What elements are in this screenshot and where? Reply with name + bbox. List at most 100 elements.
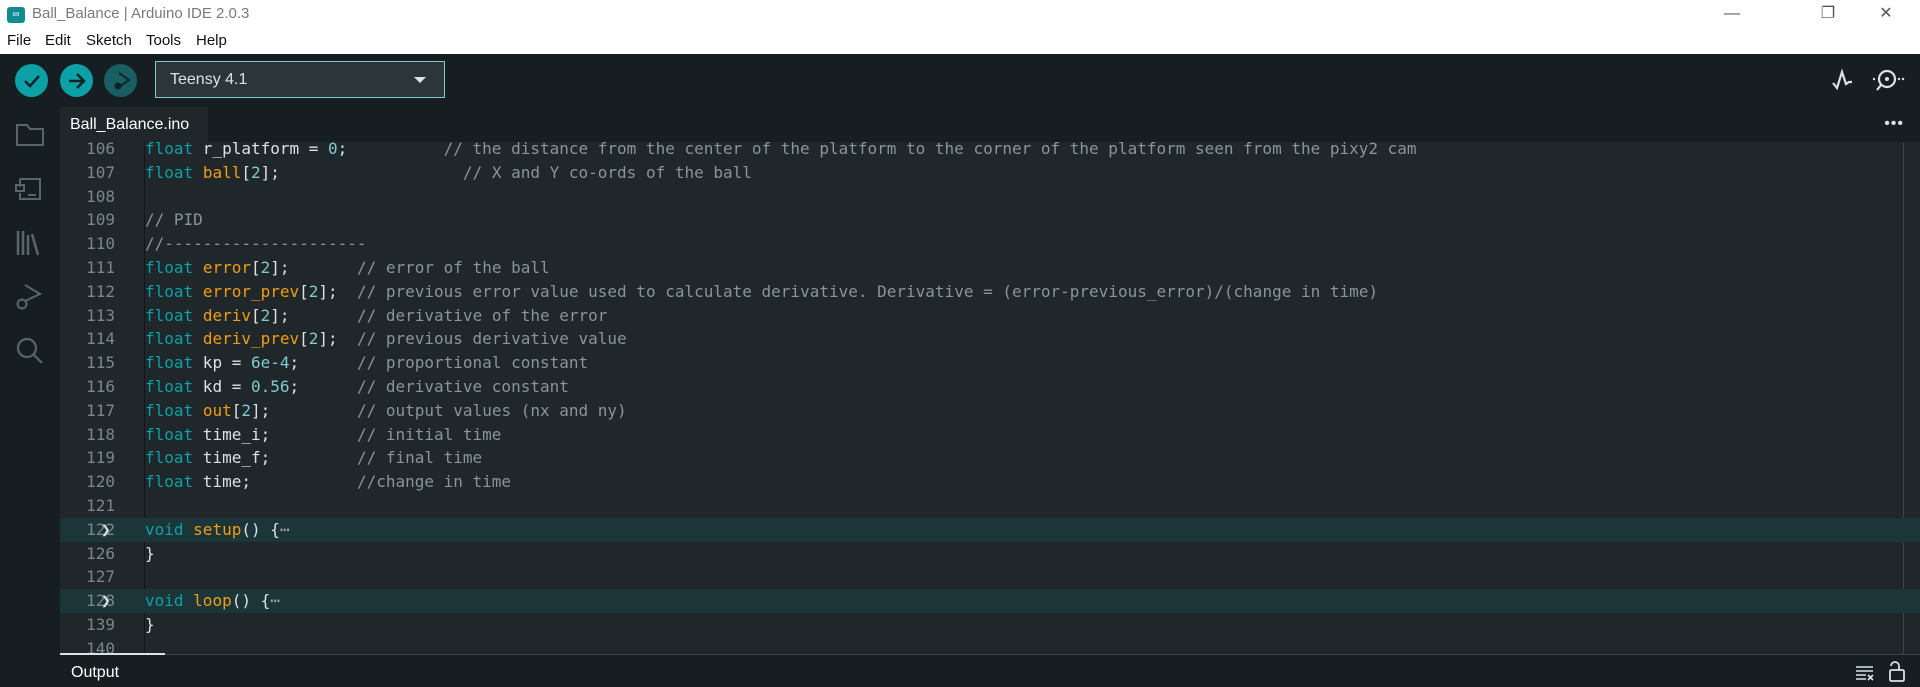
- code-line[interactable]: 127: [60, 565, 1920, 589]
- code-line[interactable]: 126}: [60, 542, 1920, 566]
- code-text: // PID: [145, 208, 203, 232]
- code-token: deriv: [202, 305, 251, 325]
- tab-bar: Ball_Balance.ino •••: [60, 107, 1920, 142]
- code-token: kd =: [193, 377, 251, 396]
- activity-bar: [0, 107, 60, 687]
- code-text: float kd = 0.56; // derivative constant: [145, 375, 569, 399]
- fold-chevron-icon[interactable]: ❯: [101, 589, 111, 613]
- code-line[interactable]: 117 float out[2]; // output values (nx an…: [60, 399, 1920, 423]
- menu-sketch[interactable]: Sketch: [86, 32, 132, 49]
- caret-down-icon: [414, 77, 426, 83]
- line-number: 127: [86, 567, 115, 587]
- minimize-button[interactable]: —: [1712, 2, 1752, 26]
- menu-tools[interactable]: Tools: [146, 32, 181, 49]
- code-token: float: [145, 258, 194, 277]
- debug-button[interactable]: [104, 64, 137, 97]
- code-token: 0: [328, 142, 338, 158]
- code-text: float deriv_prev[2]; // previous derivat…: [145, 327, 627, 351]
- code-text: float r_platform = 0; // the distance fr…: [145, 142, 1417, 161]
- code-line[interactable]: 111 float error[2]; // error of the ball: [60, 256, 1920, 280]
- restore-button[interactable]: ❐: [1808, 2, 1848, 26]
- code-token: 6e-4: [250, 353, 290, 373]
- code-line[interactable]: 139}: [60, 613, 1920, 637]
- menu-bar: File Edit Sketch Tools Help: [0, 30, 1920, 54]
- code-line[interactable]: 106 float r_platform = 0; // the distance…: [60, 142, 1920, 161]
- code-line[interactable]: 118 float time_i; // initial time: [60, 423, 1920, 447]
- code-token: [: [299, 329, 309, 349]
- output-tab[interactable]: Output: [60, 653, 165, 686]
- line-number: 116: [86, 377, 115, 396]
- line-number: 106: [86, 142, 115, 158]
- code-token: }: [145, 543, 155, 563]
- board-manager-icon[interactable]: [12, 171, 48, 207]
- code-line[interactable]: 121: [60, 494, 1920, 518]
- code-text: void setup() {⋯: [145, 518, 290, 542]
- code-line[interactable]: 122 ❯ void setup() {⋯: [60, 517, 1920, 542]
- code-token: error: [202, 258, 251, 277]
- code-line[interactable]: 108: [60, 185, 1920, 209]
- code-token: // previous derivative value: [356, 329, 627, 349]
- code-token: ⋯: [279, 519, 290, 539]
- code-line[interactable]: 110 //---------------------: [60, 232, 1920, 256]
- line-number: 112: [86, 281, 115, 301]
- code-token: [: [250, 305, 261, 325]
- clear-output-icon[interactable]: [1855, 665, 1875, 681]
- search-icon[interactable]: [12, 333, 48, 369]
- code-token: // error of the ball: [356, 258, 550, 277]
- code-line[interactable]: 115 float kp = 6e-4; // proportional cons…: [60, 351, 1920, 375]
- code-token: ];: [260, 162, 463, 182]
- code-token: ;: [337, 142, 444, 158]
- code-text: //---------------------: [145, 232, 367, 256]
- tab-ball-balance[interactable]: Ball_Balance.ino: [60, 107, 208, 142]
- code-token: () {: [231, 591, 271, 611]
- more-options-icon[interactable]: •••: [1884, 115, 1904, 133]
- check-icon: [23, 74, 40, 88]
- menu-edit[interactable]: Edit: [45, 32, 71, 49]
- code-line[interactable]: 116 float kd = 0.56; // derivative consta…: [60, 375, 1920, 399]
- line-number: 117: [86, 400, 115, 420]
- upload-button[interactable]: [60, 64, 93, 97]
- line-number: 115: [86, 353, 115, 373]
- serial-plotter-icon[interactable]: [1830, 68, 1856, 94]
- code-line[interactable]: 140: [60, 637, 1920, 654]
- verify-button[interactable]: [15, 64, 48, 97]
- code-token: //---------------------: [145, 234, 367, 254]
- line-number: 140: [86, 638, 115, 654]
- code-token: float: [145, 162, 194, 182]
- code-token: r_platform =: [193, 142, 329, 158]
- code-line[interactable]: 119 float time_f; // final time: [60, 446, 1920, 470]
- code-token: float: [145, 472, 194, 492]
- code-text: float time; //change in time: [145, 470, 511, 494]
- code-token: ;: [289, 377, 357, 396]
- debug-icon[interactable]: [12, 279, 48, 315]
- arduino-logo-icon: ∞: [7, 7, 25, 23]
- code-line[interactable]: 120 float time; //change in time: [60, 470, 1920, 494]
- code-token: // final time: [356, 448, 483, 468]
- menu-file[interactable]: File: [7, 32, 31, 49]
- code-line[interactable]: 113 float deriv[2]; // derivative of the …: [60, 304, 1920, 328]
- menu-help[interactable]: Help: [196, 32, 227, 49]
- line-number: 108: [86, 186, 115, 206]
- code-token: ];: [318, 329, 357, 349]
- fold-chevron-icon[interactable]: ❯: [101, 518, 111, 542]
- serial-monitor-icon[interactable]: [1870, 66, 1906, 96]
- unlock-icon[interactable]: [1887, 661, 1907, 683]
- code-line[interactable]: 109 // PID: [60, 208, 1920, 232]
- line-number: 126: [86, 543, 115, 563]
- code-editor[interactable]: 106 float r_platform = 0; // the distance…: [60, 142, 1920, 654]
- code-line[interactable]: 107 float ball[2]; // X and Y co-ords of …: [60, 161, 1920, 185]
- code-line[interactable]: 112 float error_prev[2]; // previous erro…: [60, 280, 1920, 304]
- code-token: float: [145, 329, 194, 349]
- folder-icon[interactable]: [12, 117, 48, 153]
- close-button[interactable]: ✕: [1866, 2, 1906, 26]
- board-selector[interactable]: Teensy 4.1: [155, 61, 445, 98]
- code-token: time_i;: [193, 424, 357, 444]
- line-number: 107: [86, 162, 115, 182]
- code-line[interactable]: 114 float deriv_prev[2]; // previous deri…: [60, 327, 1920, 351]
- code-token: // proportional constant: [356, 353, 589, 373]
- library-manager-icon[interactable]: [12, 225, 48, 261]
- code-line[interactable]: 128 ❯ void loop() {⋯: [60, 589, 1920, 614]
